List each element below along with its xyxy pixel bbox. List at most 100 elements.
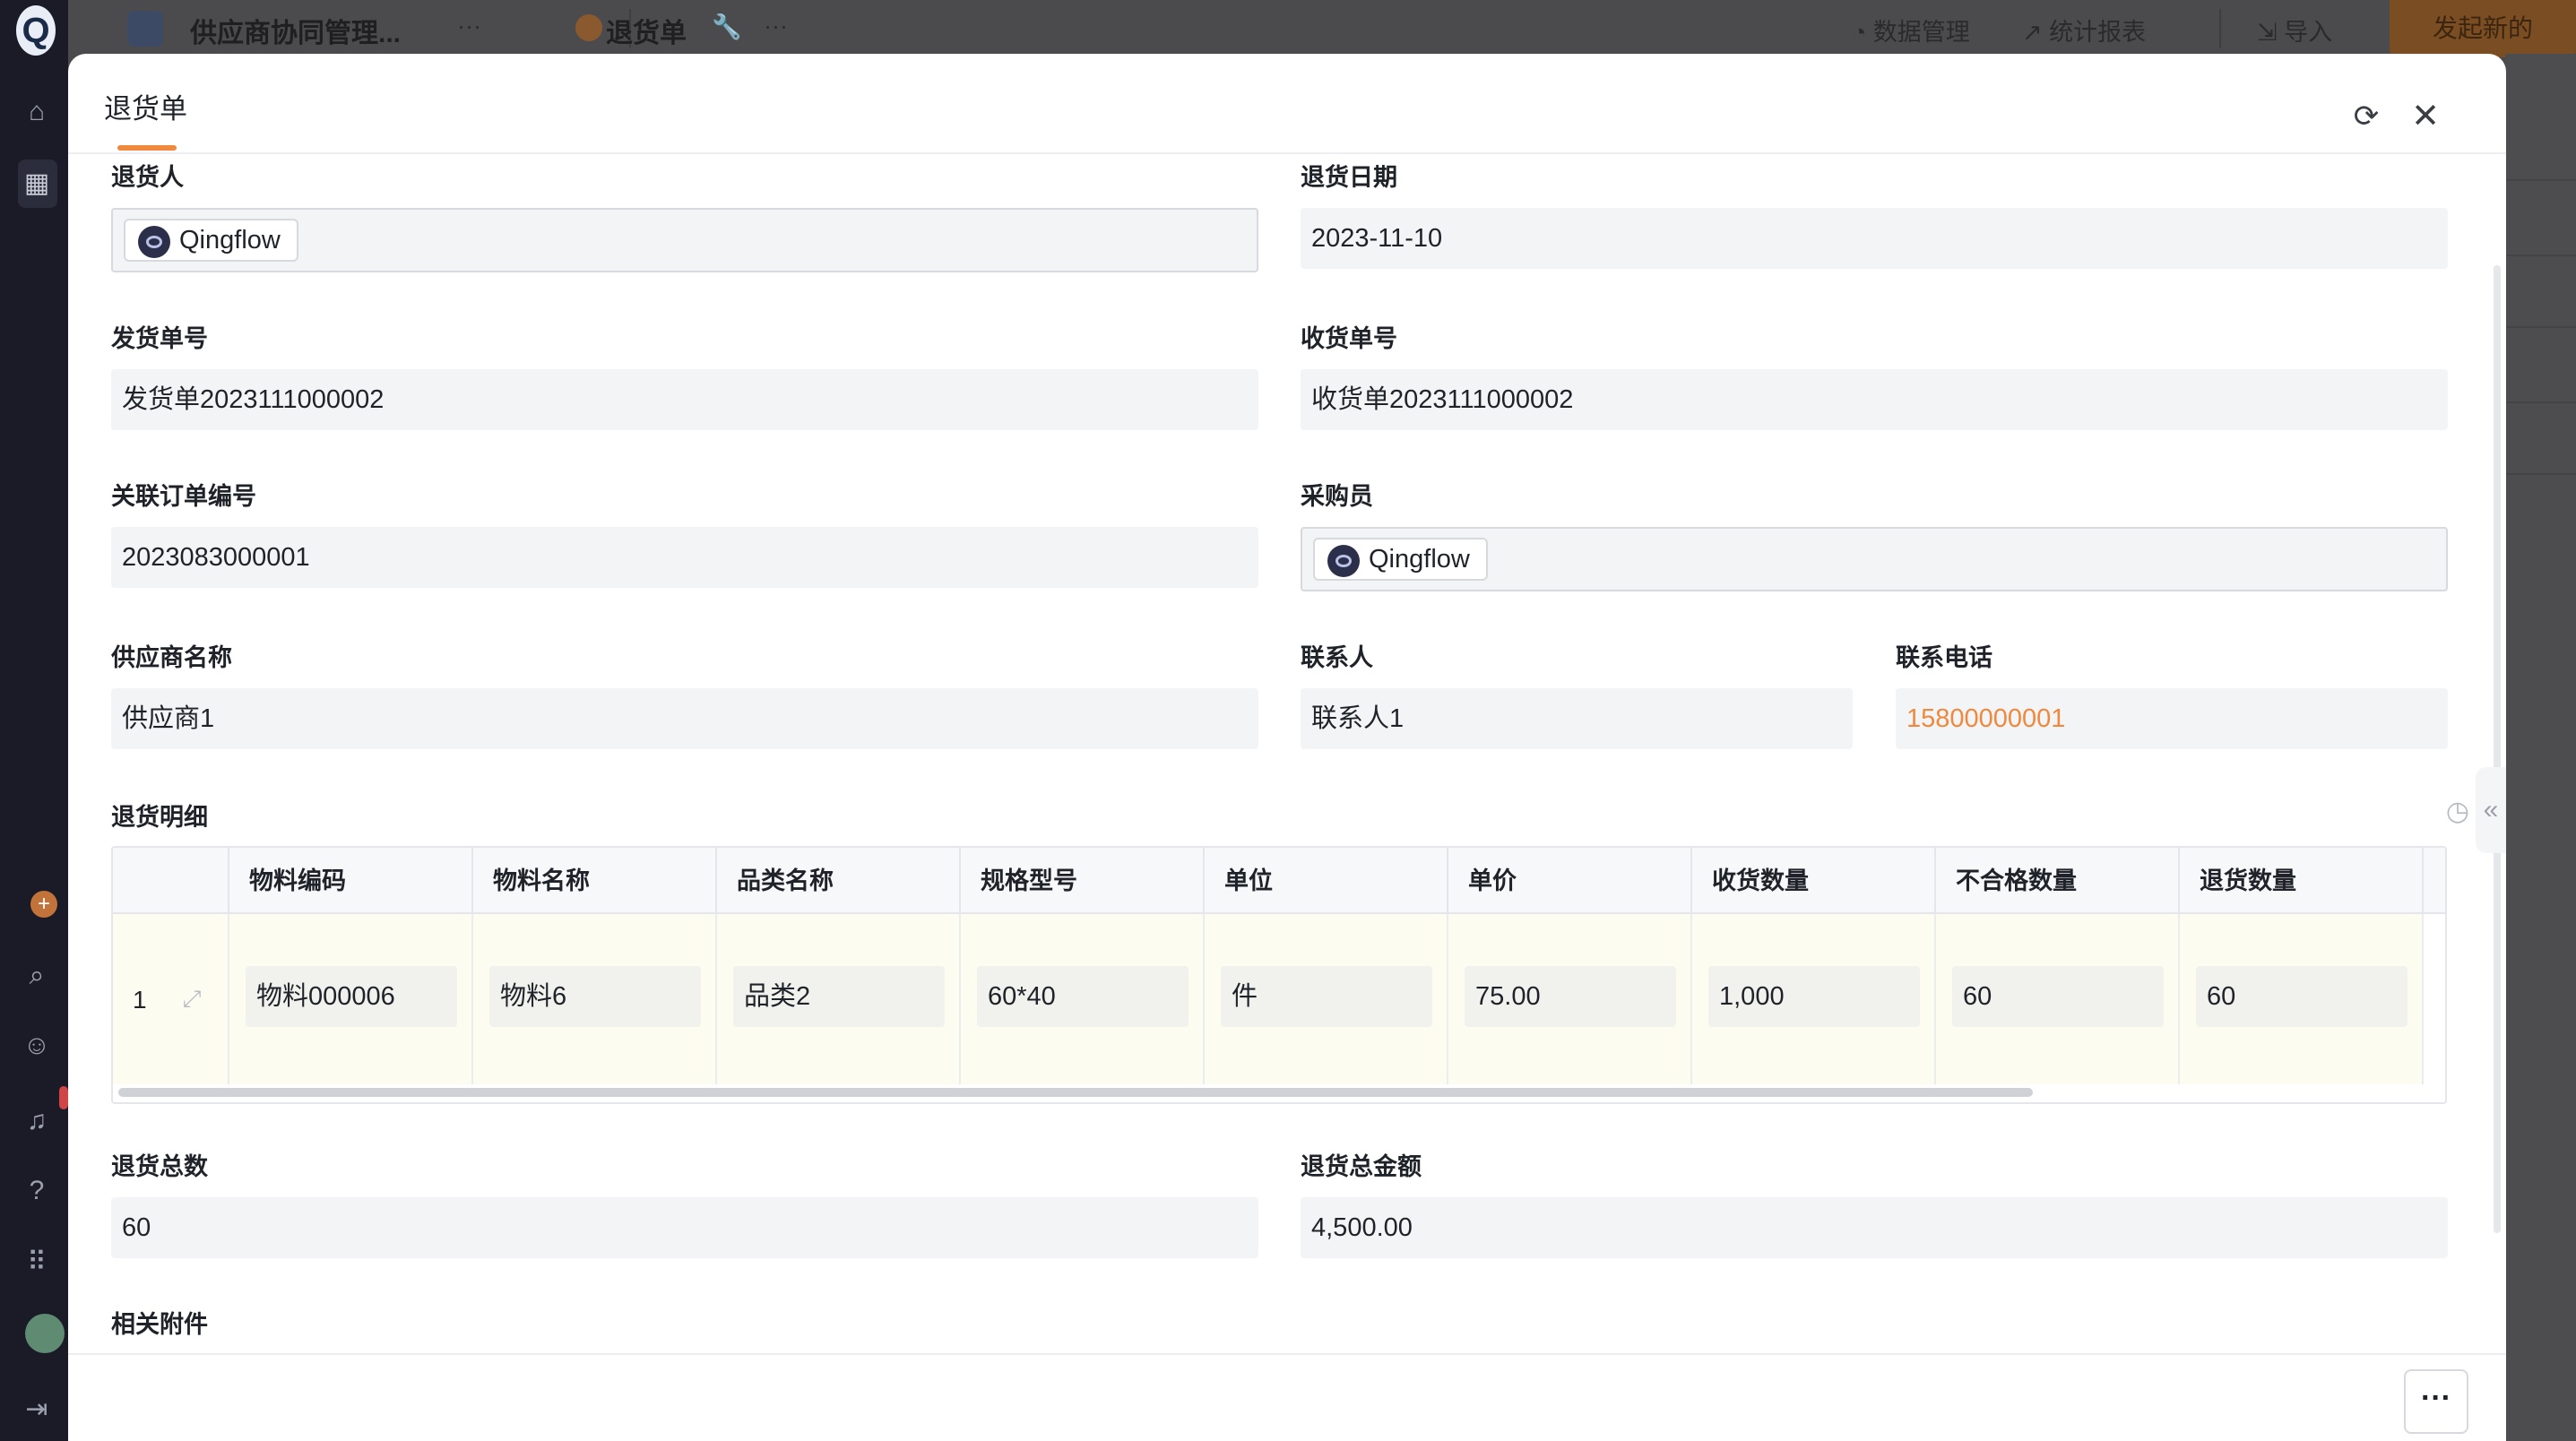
table-cell: 1,000 xyxy=(1690,914,1934,1084)
app-launcher-icon[interactable]: ⠿ xyxy=(22,1247,52,1278)
top-bar: 供应商协同管理... ··· 退货单 🔧 ··· ◔ 数据管理 ↗ 统计报表 ⇲… xyxy=(68,0,2576,57)
table-header: 物料编码 物料名称 品类名称 规格型号 单位 单价 收货数量 不合格数量 退货数… xyxy=(113,848,2445,914)
order-no-field[interactable]: 2023083000001 xyxy=(111,527,1258,588)
wrench-icon[interactable]: 🔧 xyxy=(712,13,742,41)
returner-label: 退货人 xyxy=(111,164,184,191)
app-group-icon xyxy=(127,11,163,47)
column-header: 物料名称 xyxy=(471,848,715,914)
import-icon: ⇲ xyxy=(2257,19,2285,46)
total-qty-field[interactable]: 60 xyxy=(111,1197,1258,1258)
member-chip[interactable]: Qingflow xyxy=(124,219,298,262)
modal-title: 退货单 xyxy=(104,93,187,125)
member-avatar xyxy=(1327,545,1360,577)
shipment-no-label: 发货单号 xyxy=(111,325,208,352)
table-cell: 60 xyxy=(2178,914,2422,1084)
column-header: 规格型号 xyxy=(959,848,1203,914)
member-name: Qingflow xyxy=(179,226,281,255)
column-header: 退货数量 xyxy=(2178,848,2422,914)
expand-row-icon[interactable]: ⤢ xyxy=(177,984,206,1013)
dashboard-icon: ◔ xyxy=(1852,19,1873,46)
contact-label: 联系人 xyxy=(1301,644,1373,671)
collapse-panel-icon[interactable]: « xyxy=(2476,767,2506,853)
contacts-icon[interactable]: ☺ xyxy=(22,1031,52,1061)
import-button[interactable]: ⇲ 导入 xyxy=(2257,13,2332,47)
data-manage-button[interactable]: ◔ 数据管理 xyxy=(1852,13,1970,47)
search-icon[interactable]: ⌕ xyxy=(22,961,52,991)
vertical-scrollbar[interactable] xyxy=(2494,265,2501,1233)
app-logo[interactable]: Q xyxy=(16,5,56,56)
divider xyxy=(2505,326,2576,328)
cell-input[interactable]: 品类2 xyxy=(733,966,945,1027)
receipt-no-field[interactable]: 收货单2023111000002 xyxy=(1301,369,2448,430)
contact-field[interactable]: 联系人1 xyxy=(1301,688,1853,749)
table-cell: 件 xyxy=(1203,914,1447,1084)
close-icon[interactable]: ✕ xyxy=(2407,99,2443,134)
divider xyxy=(2505,179,2576,181)
cell-input[interactable]: 件 xyxy=(1221,966,1432,1027)
import-label: 导入 xyxy=(2284,19,2333,46)
cell-input[interactable]: 物料6 xyxy=(489,966,701,1027)
left-rail: Q ⌂ ▦ + ⌕ ☺ ♫ ? ⠿ ⇥ xyxy=(0,0,68,1441)
return-detail-table: 物料编码 物料名称 品类名称 规格型号 单位 单价 收货数量 不合格数量 退货数… xyxy=(111,846,2447,1104)
home-icon[interactable]: ⌂ xyxy=(22,97,52,127)
table-row: 1 ⤢ 物料000006 物料6 品类2 60*40 件 75.00 1,000… xyxy=(113,914,2445,1084)
divider xyxy=(2219,9,2221,48)
total-amount-field[interactable]: 4,500.00 xyxy=(1301,1197,2448,1258)
notification-badge xyxy=(59,1086,68,1109)
stats-report-label: 统计报表 xyxy=(2049,19,2147,46)
receipt-no-label: 收货单号 xyxy=(1301,325,1397,352)
member-name: Qingflow xyxy=(1369,545,1470,574)
phone-label: 联系电话 xyxy=(1896,644,1993,671)
cell-input[interactable]: 60 xyxy=(2196,966,2407,1027)
member-chip[interactable]: Qingflow xyxy=(1313,538,1488,581)
cell-input[interactable]: 物料000006 xyxy=(246,966,457,1027)
horizontal-scrollbar[interactable] xyxy=(118,1088,2033,1097)
divider xyxy=(2505,473,2576,475)
return-date-field[interactable]: 2023-11-10 xyxy=(1301,208,2448,269)
table-cell-overflow xyxy=(2422,914,2445,1084)
column-header: 单价 xyxy=(1447,848,1690,914)
cell-input[interactable]: 60*40 xyxy=(977,966,1189,1027)
cell-input[interactable]: 60 xyxy=(1952,966,2164,1027)
return-date-label: 退货日期 xyxy=(1301,164,1397,191)
column-header: 品类名称 xyxy=(715,848,959,914)
table-cell: 60*40 xyxy=(959,914,1203,1084)
buyer-label: 采购员 xyxy=(1301,483,1373,510)
cell-input[interactable]: 1,000 xyxy=(1708,966,1920,1027)
create-plus-icon[interactable]: + xyxy=(30,891,57,918)
table-cell: 物料6 xyxy=(471,914,715,1084)
column-header: 单位 xyxy=(1203,848,1447,914)
add-form-icon[interactable] xyxy=(575,14,602,41)
supplier-field[interactable]: 供应商1 xyxy=(111,688,1258,749)
form-title[interactable]: 退货单 xyxy=(606,11,687,50)
user-avatar[interactable] xyxy=(25,1314,65,1353)
shipment-no-field[interactable]: 发货单2023111000002 xyxy=(111,369,1258,430)
returner-field[interactable]: Qingflow xyxy=(111,208,1258,272)
more-actions-button[interactable]: ··· xyxy=(2404,1369,2468,1434)
phone-field[interactable]: 15800000001 xyxy=(1896,688,2448,749)
app-title[interactable]: 供应商协同管理... xyxy=(190,11,401,50)
title-underline xyxy=(117,145,177,151)
divider xyxy=(2505,401,2576,403)
detail-label: 退货明细 xyxy=(111,804,208,831)
expand-rail-icon[interactable]: ⇥ xyxy=(22,1394,52,1425)
table-cell: 物料000006 xyxy=(228,914,471,1084)
help-icon[interactable]: ? xyxy=(22,1176,52,1206)
bell-icon[interactable]: ♫ xyxy=(22,1106,52,1136)
supplier-label: 供应商名称 xyxy=(111,644,232,671)
form-more-icon[interactable]: ··· xyxy=(764,13,788,40)
stats-report-button[interactable]: ↗ 统计报表 xyxy=(2022,13,2146,47)
refresh-icon[interactable]: ⟳ xyxy=(2348,99,2384,134)
app-more-icon[interactable]: ··· xyxy=(457,13,481,40)
column-header: 收货数量 xyxy=(1690,848,1934,914)
row-index: 1 xyxy=(133,986,147,1014)
table-cell: 60 xyxy=(1934,914,2178,1084)
data-manage-label: 数据管理 xyxy=(1872,19,1970,46)
column-header-overflow xyxy=(2422,848,2445,914)
cell-input[interactable]: 75.00 xyxy=(1465,966,1676,1027)
history-icon[interactable]: ◷ xyxy=(2442,796,2474,828)
apps-grid-icon[interactable]: ▦ xyxy=(22,168,52,199)
new-record-button[interactable]: 发起新的 xyxy=(2390,0,2576,57)
buyer-field[interactable]: Qingflow xyxy=(1301,527,2448,591)
total-amount-label: 退货总金额 xyxy=(1301,1153,1422,1180)
